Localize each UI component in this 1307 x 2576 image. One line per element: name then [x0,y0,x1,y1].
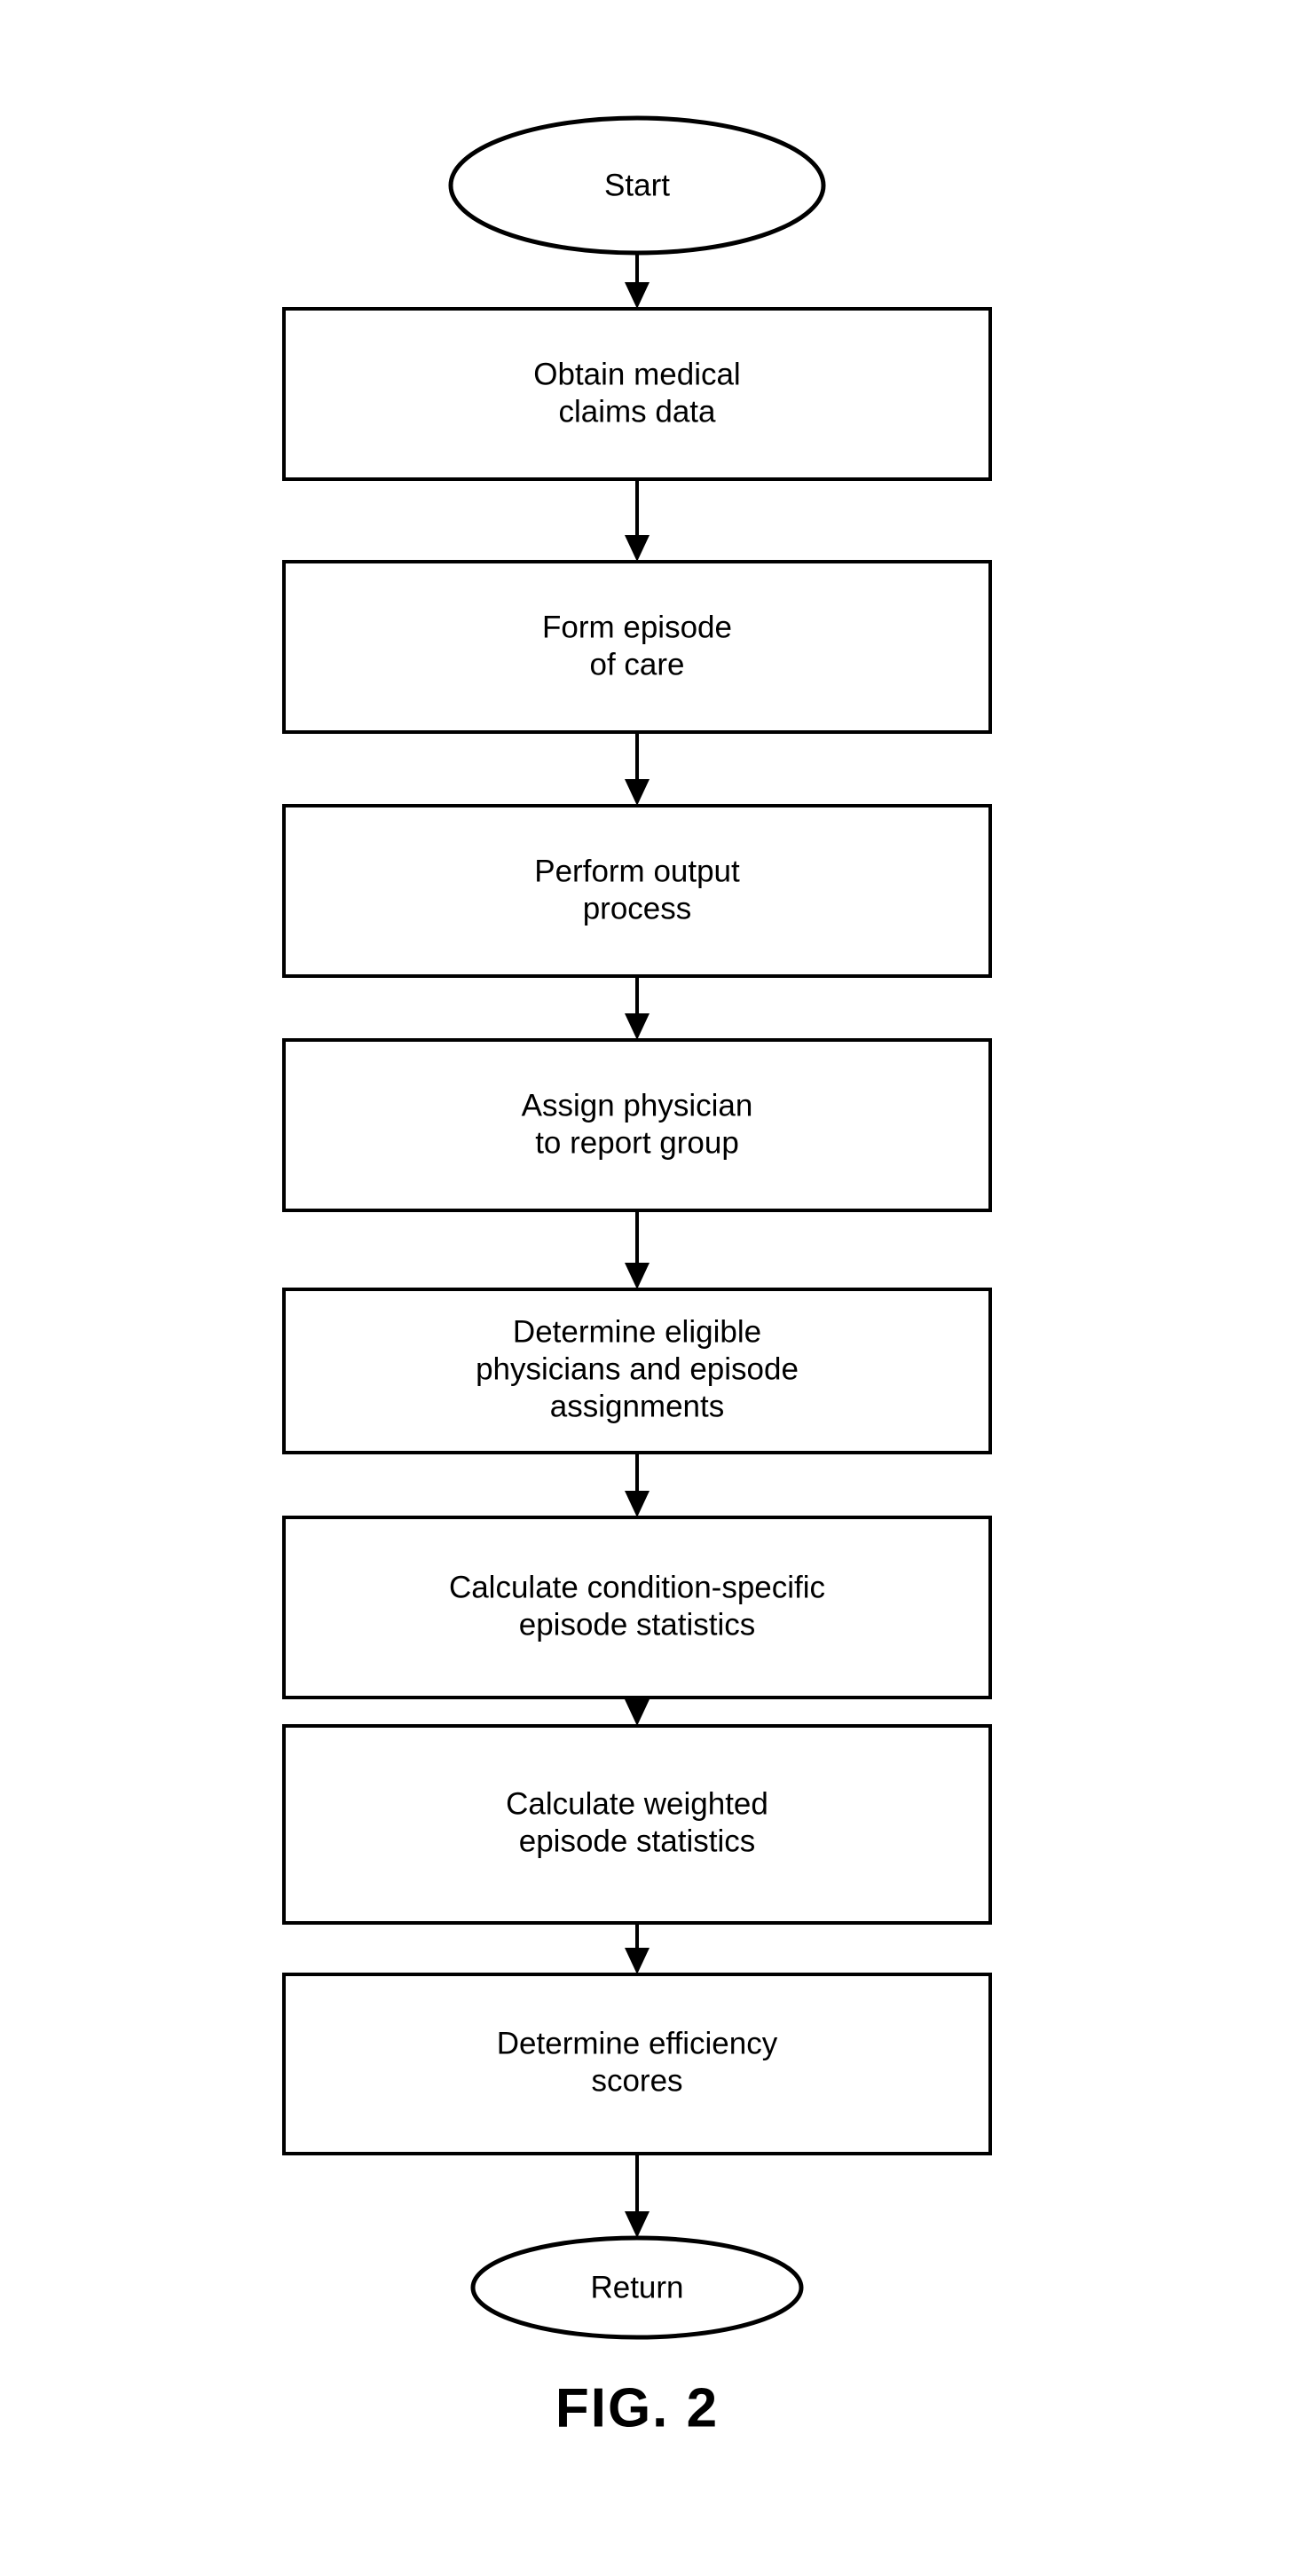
flowchart-node-calculate-condition-specific-episode-statistics[interactable]: Calculate condition-specific episode sta… [282,1516,992,1699]
obtain-label-line1: Obtain medical [533,357,740,391]
flowchart-node-form-episode-of-care[interactable]: Form episode of care [282,560,992,734]
arrowhead-icon [625,779,650,806]
assign-physician-label-line1: Assign physician [522,1088,753,1123]
connector-determine-efficiency-to-return [625,2154,650,2238]
arrowhead-icon [625,1263,650,1289]
connector-form-episode-to-perform-output [625,732,650,806]
arrowhead-icon [625,1699,650,1726]
assign-physician-label-line2: to report group [535,1125,739,1160]
flowchart-node-determine-efficiency-scores[interactable]: Determine efficiency scores [282,1973,992,2155]
obtain-label-line2: claims data [558,394,716,429]
arrowhead-icon [625,2211,650,2238]
calc-condition-label-line2: episode statistics [519,1607,756,1642]
arrowhead-icon [625,282,650,309]
determine-eligible-label-line2: physicians and episode [476,1351,799,1386]
connector-calc-condition-to-calc-weighted [625,1698,650,1726]
arrowhead-icon [625,1013,650,1040]
determine-eligible-label-line3: assignments [550,1389,724,1423]
flowchart-node-determine-eligible-physicians-and-episode-assignments[interactable]: Determine eligible physicians and episod… [282,1288,992,1454]
flowchart-figure: Start Obtain medical claims data Form ep… [282,115,992,2438]
perform-output-label-line2: process [583,891,692,926]
flowchart-node-perform-output-process[interactable]: Perform output process [282,804,992,978]
return-label: Return [590,2270,683,2304]
start-label: Start [604,168,670,202]
flowchart-node-start[interactable]: Start [448,115,826,256]
calc-condition-label-line1: Calculate condition-specific [449,1570,825,1604]
calc-weighted-label-line1: Calculate weighted [506,1786,768,1821]
arrowhead-icon [625,535,650,562]
determine-efficiency-label-line1: Determine efficiency [497,2026,778,2060]
connector-start-to-obtain [625,253,650,309]
form-episode-label-line1: Form episode [542,610,732,644]
connector-determine-eligible-to-calc-condition [625,1453,650,1517]
connector-assign-physician-to-determine-eligible [625,1210,650,1289]
figure-page: Start Obtain medical claims data Form ep… [0,0,1307,2576]
connector-obtain-to-form-episode [625,479,650,562]
flowchart-node-calculate-weighted-episode-statistics[interactable]: Calculate weighted episode statistics [282,1724,992,1925]
determine-eligible-label-line1: Determine eligible [513,1314,761,1349]
connector-perform-output-to-assign-physician [625,976,650,1040]
flowchart-node-return[interactable]: Return [470,2235,804,2340]
arrowhead-icon [625,1948,650,1974]
arrowhead-icon [625,1491,650,1517]
determine-efficiency-label-line2: scores [591,2063,682,2098]
flowchart-node-obtain-medical-claims-data[interactable]: Obtain medical claims data [282,307,992,481]
perform-output-label-line1: Perform output [534,854,740,888]
calc-weighted-label-line2: episode statistics [519,1824,756,1858]
figure-caption: FIG. 2 [555,2377,719,2438]
flowchart-node-assign-physician-to-report-group[interactable]: Assign physician to report group [282,1038,992,1212]
form-episode-label-line2: of care [590,647,685,681]
connector-calc-weighted-to-determine-efficiency [625,1923,650,1974]
